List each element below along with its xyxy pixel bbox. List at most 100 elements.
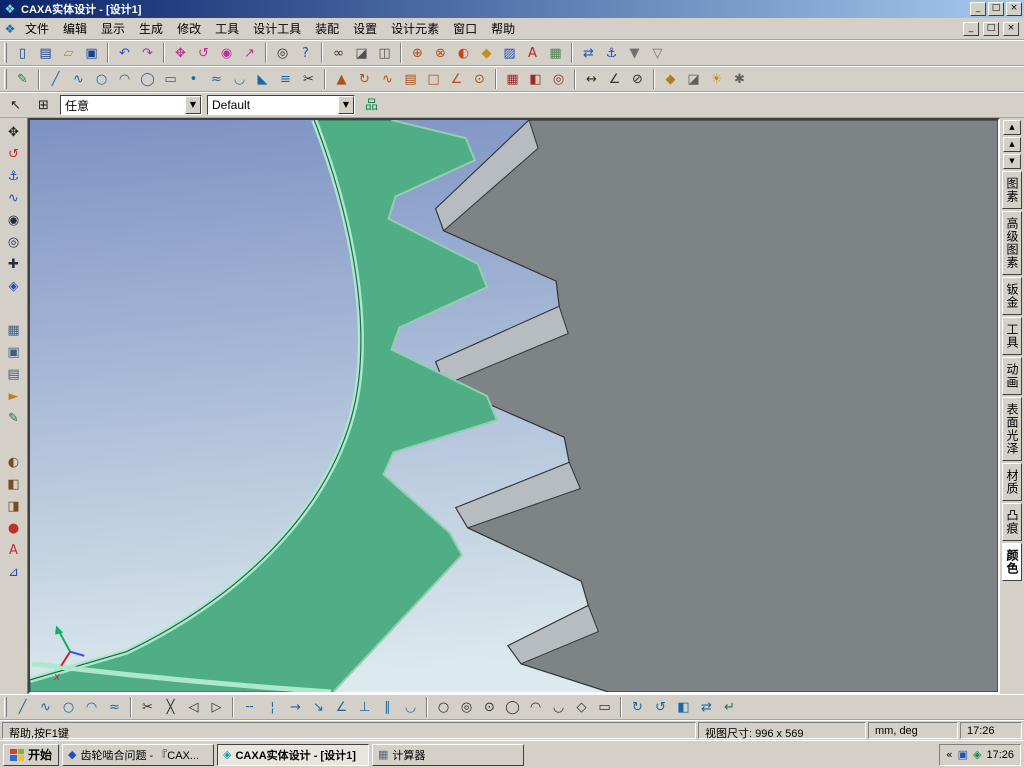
trim-tool-icon[interactable]: ✂: [297, 68, 320, 90]
title-bar[interactable]: ❖ CAXA实体设计 - [设计1] _ □ ×: [0, 0, 1024, 18]
light-icon[interactable]: ☀: [705, 68, 728, 90]
menu-modify[interactable]: 修改: [170, 17, 208, 40]
material-icon[interactable]: ◆: [659, 68, 682, 90]
chevron-down-icon[interactable]: ▼: [185, 96, 201, 114]
design-tree-icon[interactable]: 品: [360, 94, 383, 116]
toolbar-grip[interactable]: [4, 697, 7, 717]
options-icon[interactable]: ✱: [728, 68, 751, 90]
rect-tool-icon[interactable]: ▭: [159, 68, 182, 90]
select-box-icon[interactable]: ⊞: [32, 94, 55, 116]
undo-icon[interactable]: ↶: [113, 42, 136, 64]
catalog-page-down-icon[interactable]: ▼: [1003, 154, 1021, 169]
tab-bump[interactable]: 凸痕: [1002, 503, 1022, 541]
ellipse-tool-icon[interactable]: ◯: [136, 68, 159, 90]
fit-scene-tool-icon[interactable]: ◈: [2, 275, 26, 297]
apply-surface-icon[interactable]: ▨: [498, 42, 521, 64]
render-icon[interactable]: ◪: [682, 68, 705, 90]
polyline-icon[interactable]: ∿: [67, 68, 90, 90]
style-combobox[interactable]: Default ▼: [207, 95, 355, 115]
mirror-icon[interactable]: ◧: [672, 696, 695, 718]
toolbar-grip[interactable]: [4, 69, 7, 89]
extend-icon[interactable]: ▷: [205, 696, 228, 718]
multi-line-icon[interactable]: ∿: [34, 696, 57, 718]
maximize-button[interactable]: □: [988, 2, 1004, 16]
mirror-feature-icon[interactable]: ◧: [524, 68, 547, 90]
loft-icon[interactable]: ▤: [399, 68, 422, 90]
menu-edit[interactable]: 编辑: [56, 17, 94, 40]
circle-tool-icon[interactable]: ○: [90, 68, 113, 90]
circle-three-point-icon[interactable]: ⊙: [478, 696, 501, 718]
spring-tool-icon[interactable]: ∿: [2, 187, 26, 209]
catalog-page-up-icon[interactable]: ▲: [1003, 137, 1021, 152]
diameter-dim-icon[interactable]: ⊘: [626, 68, 649, 90]
start-button[interactable]: 开始: [3, 743, 60, 766]
extrude-icon[interactable]: ▲: [330, 68, 353, 90]
draft-icon[interactable]: ∠: [445, 68, 468, 90]
fillet-tool-icon[interactable]: ◡: [228, 68, 251, 90]
revolve-icon[interactable]: ↻: [353, 68, 376, 90]
cut-icon[interactable]: ✂: [136, 696, 159, 718]
new-icon[interactable]: ▯: [11, 42, 34, 64]
selection-filter-combobox[interactable]: 任意 ▼: [60, 95, 202, 115]
mdi-restore-button[interactable]: □: [983, 21, 999, 36]
dynamic-rotate-icon[interactable]: ↺: [192, 42, 215, 64]
circle-center-radius-icon[interactable]: ○: [432, 696, 455, 718]
link-icon[interactable]: ⇄: [577, 42, 600, 64]
mdi-document-icon[interactable]: ❖: [2, 22, 18, 36]
menu-generate[interactable]: 生成: [132, 17, 170, 40]
measure-distance-icon[interactable]: ↔: [580, 68, 603, 90]
toolbar-grip[interactable]: [4, 43, 7, 63]
tab-color[interactable]: 颜色: [1002, 543, 1022, 581]
menu-help[interactable]: 帮助: [484, 17, 522, 40]
boolean-subtract-icon[interactable]: ⊗: [429, 42, 452, 64]
tab-primitives[interactable]: 图素: [1002, 171, 1022, 209]
shaded-view-icon[interactable]: ◪: [350, 42, 373, 64]
text-tool-icon[interactable]: A: [2, 539, 26, 561]
scale-icon[interactable]: ⇄: [695, 696, 718, 718]
arc-center-start-end-icon[interactable]: ◡: [547, 696, 570, 718]
menu-design-tools[interactable]: 设计工具: [246, 17, 308, 40]
text-label-icon[interactable]: A: [521, 42, 544, 64]
zoom-in-tool-icon[interactable]: ◉: [2, 209, 26, 231]
task-browser[interactable]: ◆ 齿轮啮合问题 - 『CAX...: [62, 743, 215, 766]
spline-tool-icon[interactable]: ≈: [205, 68, 228, 90]
animation-film-tool-icon[interactable]: ▤: [2, 363, 26, 385]
tray-app-icon[interactable]: ▣: [958, 748, 968, 761]
measure-angle-icon[interactable]: ∠: [603, 68, 626, 90]
menu-design-elements[interactable]: 设计元素: [384, 17, 446, 40]
boolean-union-icon[interactable]: ⊕: [406, 42, 429, 64]
point-tool-icon[interactable]: •: [182, 68, 205, 90]
animation-play-tool-icon[interactable]: ►: [2, 385, 26, 407]
circular-array-icon[interactable]: ◎: [547, 68, 570, 90]
leader-icon[interactable]: ↘: [307, 696, 330, 718]
catalog-scroll-up-icon[interactable]: ▲: [1003, 120, 1021, 135]
trim-icon[interactable]: ◁: [182, 696, 205, 718]
arrow-line-icon[interactable]: →: [284, 696, 307, 718]
anchor-tool-icon[interactable]: ⚓: [2, 165, 26, 187]
open-icon[interactable]: ▱: [57, 42, 80, 64]
sweep-icon[interactable]: ∿: [376, 68, 399, 90]
brush-tool-icon[interactable]: ✎: [2, 407, 26, 429]
tangent-icon[interactable]: ◡: [399, 696, 422, 718]
edge-edit-tool-icon[interactable]: ◨: [2, 495, 26, 517]
arc-three-point-icon[interactable]: ◠: [524, 696, 547, 718]
center-line-icon[interactable]: ¦: [261, 696, 284, 718]
perpendicular-icon[interactable]: ⊥: [353, 696, 376, 718]
target-view-tool-icon[interactable]: ✚: [2, 253, 26, 275]
drop-material-icon[interactable]: ◆: [475, 42, 498, 64]
zoom-window-tool-icon[interactable]: ◎: [2, 231, 26, 253]
arc-icon[interactable]: ◠: [80, 696, 103, 718]
menu-settings[interactable]: 设置: [346, 17, 384, 40]
arc-tool-icon[interactable]: ◠: [113, 68, 136, 90]
hole-icon[interactable]: ⊙: [468, 68, 491, 90]
ellipse-icon[interactable]: ◯: [501, 696, 524, 718]
camera-tool-icon[interactable]: ▣: [2, 341, 26, 363]
tab-material[interactable]: 材质: [1002, 463, 1022, 501]
face-edit-tool-icon[interactable]: ◧: [2, 473, 26, 495]
select-cursor-icon[interactable]: ↖: [4, 94, 27, 116]
tab-advanced-primitives[interactable]: 高级图素: [1002, 211, 1022, 275]
chamfer-tool-icon[interactable]: ◣: [251, 68, 274, 90]
fly-through-icon[interactable]: ↗: [238, 42, 261, 64]
tray-input-icon[interactable]: ◈: [973, 748, 981, 761]
close-button[interactable]: ×: [1006, 2, 1022, 16]
